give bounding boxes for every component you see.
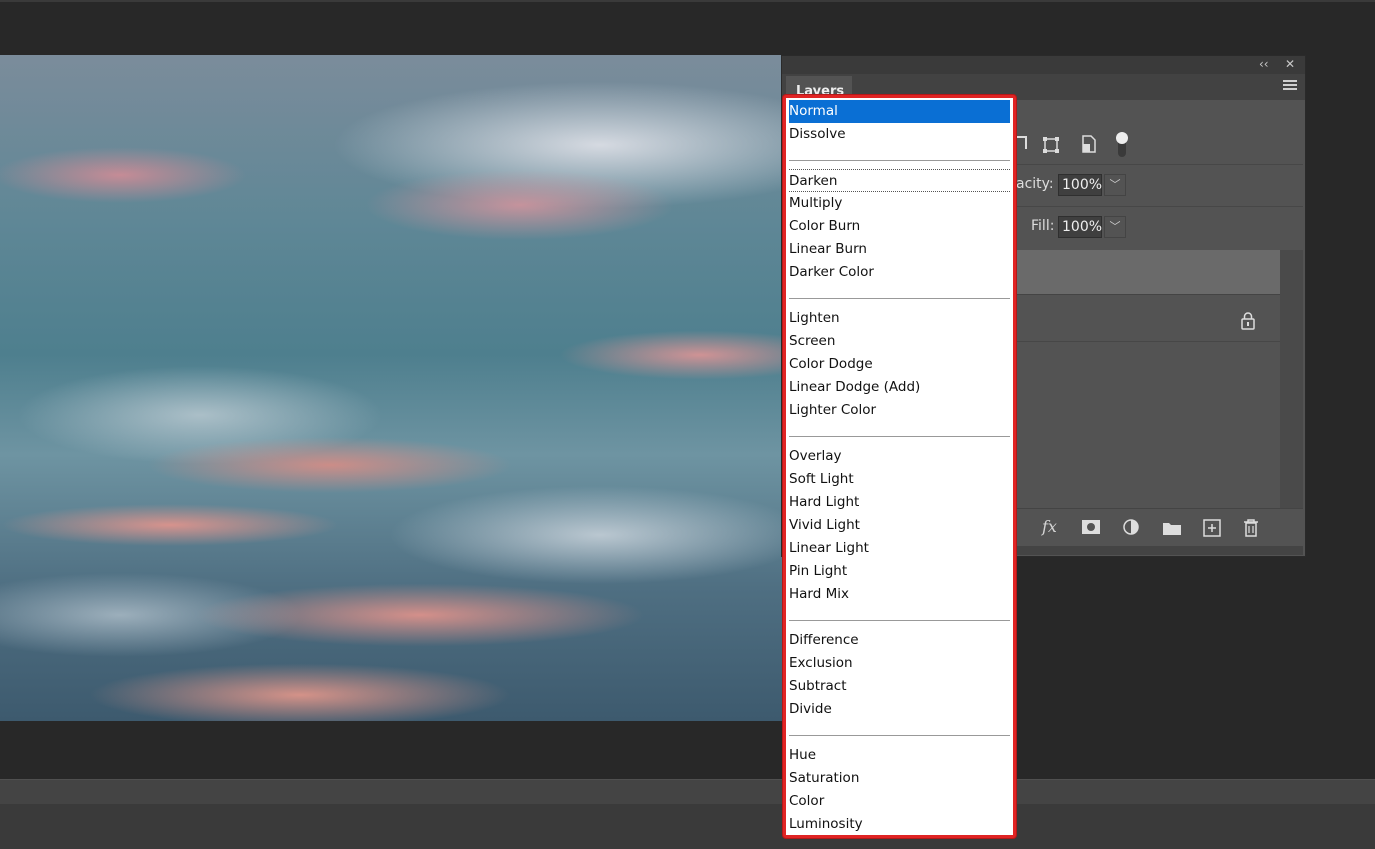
fill-label: Fill: bbox=[1031, 218, 1055, 234]
blend-option-dissolve[interactable]: Dissolve bbox=[789, 123, 1010, 146]
blend-option-linear-burn[interactable]: Linear Burn bbox=[789, 238, 1010, 261]
blend-option-difference[interactable]: Difference bbox=[789, 629, 1010, 652]
canvas-status-bar bbox=[0, 779, 1375, 804]
blend-option-lighter-color[interactable]: Lighter Color bbox=[789, 399, 1010, 422]
layers-scrollbar[interactable] bbox=[1280, 250, 1303, 512]
blend-option-color[interactable]: Color bbox=[789, 790, 1010, 813]
lock-pixels-icon[interactable] bbox=[1014, 135, 1028, 151]
blend-option-lighten[interactable]: Lighten bbox=[789, 307, 1010, 330]
blend-mode-list: Normal Dissolve Darken Multiply Color Bu… bbox=[789, 100, 1010, 836]
blend-option-darker-color[interactable]: Darker Color bbox=[789, 261, 1010, 284]
panel-menu-icon[interactable] bbox=[1283, 80, 1297, 92]
opacity-field[interactable]: 100% bbox=[1058, 174, 1102, 196]
blend-option-luminosity[interactable]: Luminosity bbox=[789, 813, 1010, 836]
blend-option-hue[interactable]: Hue bbox=[789, 744, 1010, 767]
fill-field[interactable]: 100% bbox=[1058, 216, 1102, 238]
blend-option-screen[interactable]: Screen bbox=[789, 330, 1010, 353]
blend-option-color-dodge[interactable]: Color Dodge bbox=[789, 353, 1010, 376]
blend-option-subtract[interactable]: Subtract bbox=[789, 675, 1010, 698]
menu-separator bbox=[789, 146, 1010, 169]
blend-option-hard-light[interactable]: Hard Light bbox=[789, 491, 1010, 514]
collapse-icon[interactable]: ‹‹ bbox=[1259, 57, 1269, 71]
blend-option-color-burn[interactable]: Color Burn bbox=[789, 215, 1010, 238]
blend-option-divide[interactable]: Divide bbox=[789, 698, 1010, 721]
menu-separator bbox=[789, 422, 1010, 445]
blend-option-linear-light[interactable]: Linear Light bbox=[789, 537, 1010, 560]
smart-object-icon[interactable] bbox=[1081, 135, 1097, 153]
artboard-transform-icon[interactable] bbox=[1042, 136, 1060, 154]
trash-icon[interactable] bbox=[1243, 518, 1259, 537]
blend-mode-dropdown[interactable]: Normal Dissolve Darken Multiply Color Bu… bbox=[783, 95, 1016, 838]
panel-header: ‹‹ ✕ bbox=[782, 56, 1305, 74]
lock-icon bbox=[1241, 312, 1255, 330]
menu-separator bbox=[789, 721, 1010, 744]
opacity-label: acity: bbox=[1016, 176, 1054, 192]
new-layer-icon[interactable] bbox=[1203, 519, 1221, 537]
blend-option-exclusion[interactable]: Exclusion bbox=[789, 652, 1010, 675]
fx-icon[interactable]: fx bbox=[1042, 517, 1057, 536]
blend-option-saturation[interactable]: Saturation bbox=[789, 767, 1010, 790]
group-folder-icon[interactable] bbox=[1162, 520, 1182, 536]
blend-option-pin-light[interactable]: Pin Light bbox=[789, 560, 1010, 583]
blend-option-darken[interactable]: Darken bbox=[789, 169, 1010, 192]
menu-separator bbox=[789, 606, 1010, 629]
menu-separator bbox=[789, 284, 1010, 307]
blend-option-multiply[interactable]: Multiply bbox=[789, 192, 1010, 215]
workspace-bottom bbox=[0, 804, 1375, 849]
close-icon[interactable]: ✕ bbox=[1285, 57, 1295, 71]
add-mask-icon[interactable] bbox=[1081, 519, 1101, 535]
blend-option-vivid-light[interactable]: Vivid Light bbox=[789, 514, 1010, 537]
blend-option-linear-dodge[interactable]: Linear Dodge (Add) bbox=[789, 376, 1010, 399]
blend-option-hard-mix[interactable]: Hard Mix bbox=[789, 583, 1010, 606]
document-canvas-sky-image[interactable] bbox=[0, 55, 783, 721]
adjustment-layer-icon[interactable] bbox=[1122, 518, 1142, 538]
filter-toggle-icon[interactable] bbox=[1115, 131, 1129, 159]
opacity-dropdown-icon[interactable]: ﹀ bbox=[1104, 174, 1126, 196]
blend-option-overlay[interactable]: Overlay bbox=[789, 445, 1010, 468]
fill-dropdown-icon[interactable]: ﹀ bbox=[1104, 216, 1126, 238]
window-top-edge bbox=[0, 0, 1375, 2]
blend-option-normal[interactable]: Normal bbox=[789, 100, 1010, 123]
blend-option-soft-light[interactable]: Soft Light bbox=[789, 468, 1010, 491]
